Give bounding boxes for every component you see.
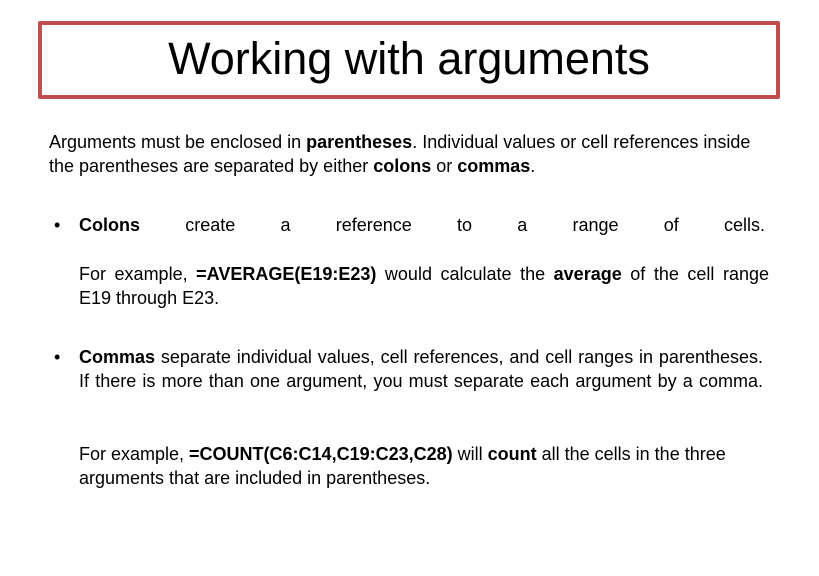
example-formula: =COUNT(C6:C14,C19:C23,C28)	[189, 444, 453, 464]
example-bold-word: count	[487, 444, 537, 464]
example-average: For example, =AVERAGE(E19:E23) would cal…	[79, 262, 769, 310]
intro-text-3: or	[431, 156, 458, 176]
example-count: For example, =COUNT(C6:C14,C19:C23,C28) …	[79, 442, 769, 490]
bullet-text: Commas separate individual values, cell …	[79, 345, 763, 393]
slide-title: Working with arguments	[168, 33, 650, 84]
bullet-bold-term: Colons	[79, 215, 140, 235]
intro-bold-commas: commas	[457, 156, 531, 176]
example-formula: =AVERAGE(E19:E23)	[196, 264, 377, 284]
title-box: Working with arguments	[38, 21, 780, 99]
bullet-description: create a reference to a range of cells.	[140, 215, 765, 235]
bullet-text: Colons create a reference to a range of …	[79, 213, 765, 237]
intro-paragraph: Arguments must be enclosed in parenthese…	[49, 130, 779, 178]
intro-text-1: Arguments must be enclosed in	[49, 132, 307, 152]
bullet-description: separate individual values, cell referen…	[79, 347, 763, 391]
intro-bold-colons: colons	[373, 156, 432, 176]
intro-text-4: .	[530, 156, 536, 176]
example-bold-word: average	[553, 264, 622, 284]
example-text-1: For example,	[79, 444, 190, 464]
example-text-2: would calculate the	[376, 264, 554, 284]
bullet-bold-term: Commas	[79, 347, 156, 367]
bullet-icon: •	[54, 347, 61, 367]
intro-bold-parentheses: parentheses	[306, 132, 413, 152]
example-text-1: For example,	[79, 264, 197, 284]
example-text-2: will	[452, 444, 488, 464]
bullet-icon: •	[54, 215, 61, 235]
